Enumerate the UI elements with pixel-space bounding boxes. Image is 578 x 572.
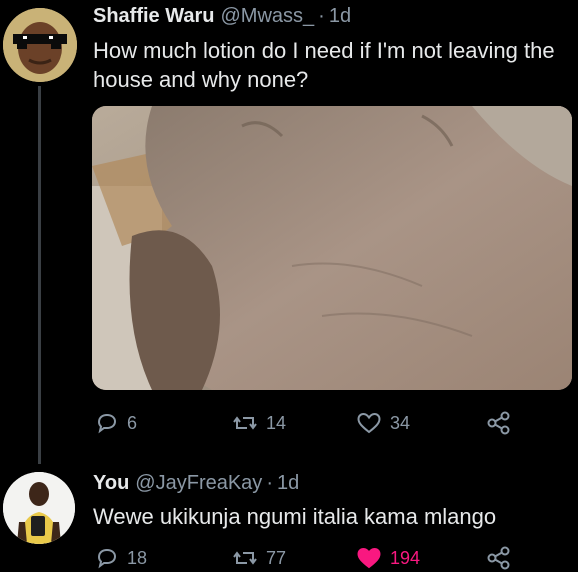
avatar-you[interactable] (3, 472, 75, 544)
tweet-header: Shaffie Waru @Mwass_ · 1d (93, 4, 351, 28)
separator-dot: · (318, 5, 325, 27)
share-button[interactable] (486, 408, 512, 438)
heart-filled-icon (357, 547, 381, 569)
retweet-button[interactable]: 14 (232, 408, 286, 438)
hand-photo-image (92, 106, 572, 390)
reply-button[interactable]: 6 (95, 408, 137, 438)
tweet-text: Wewe ukikunja ngumi italia kama mlango (93, 504, 497, 529)
timestamp[interactable]: 1d (329, 5, 351, 27)
share-icon (487, 546, 510, 570)
retweet-icon (233, 551, 257, 565)
avatar-shaffie[interactable] (3, 8, 77, 82)
retweet-count: 14 (266, 412, 287, 433)
retweet-icon (233, 416, 257, 430)
like-button[interactable]: 194 (356, 543, 420, 572)
tweet-action-bar: 18 77 194 (0, 543, 578, 572)
user-handle[interactable]: @JayFreaKay (135, 472, 262, 494)
display-name[interactable]: You (93, 472, 129, 494)
tweet-action-bar: 6 14 34 (0, 408, 578, 438)
timestamp[interactable]: 1d (277, 472, 299, 494)
like-count: 34 (390, 412, 411, 433)
share-icon (487, 411, 510, 435)
reply-button[interactable]: 18 (95, 543, 147, 572)
tweet-text: How much lotion do I need if I'm not lea… (93, 38, 555, 92)
avatar-image (3, 472, 75, 544)
heart-icon (357, 412, 381, 434)
like-button[interactable]: 34 (356, 408, 410, 438)
separator-dot: · (266, 472, 273, 494)
like-count: 194 (390, 547, 421, 568)
reply-icon (97, 413, 117, 434)
reply-count: 6 (127, 412, 138, 433)
avatar-image (3, 8, 77, 82)
display-name[interactable]: Shaffie Waru (93, 5, 215, 27)
retweet-button[interactable]: 77 (232, 543, 286, 572)
share-button[interactable] (486, 543, 512, 572)
retweet-count: 77 (266, 547, 287, 568)
user-handle[interactable]: @Mwass_ (221, 5, 315, 27)
reply-count: 18 (127, 547, 148, 568)
reply-icon (97, 548, 117, 569)
tweet-original[interactable]: Shaffie Waru @Mwass_ · 1d How much lotion d… (0, 0, 578, 464)
tweet-header: You @JayFreaKay · 1d (93, 471, 299, 495)
tweet-photo[interactable] (92, 106, 572, 390)
